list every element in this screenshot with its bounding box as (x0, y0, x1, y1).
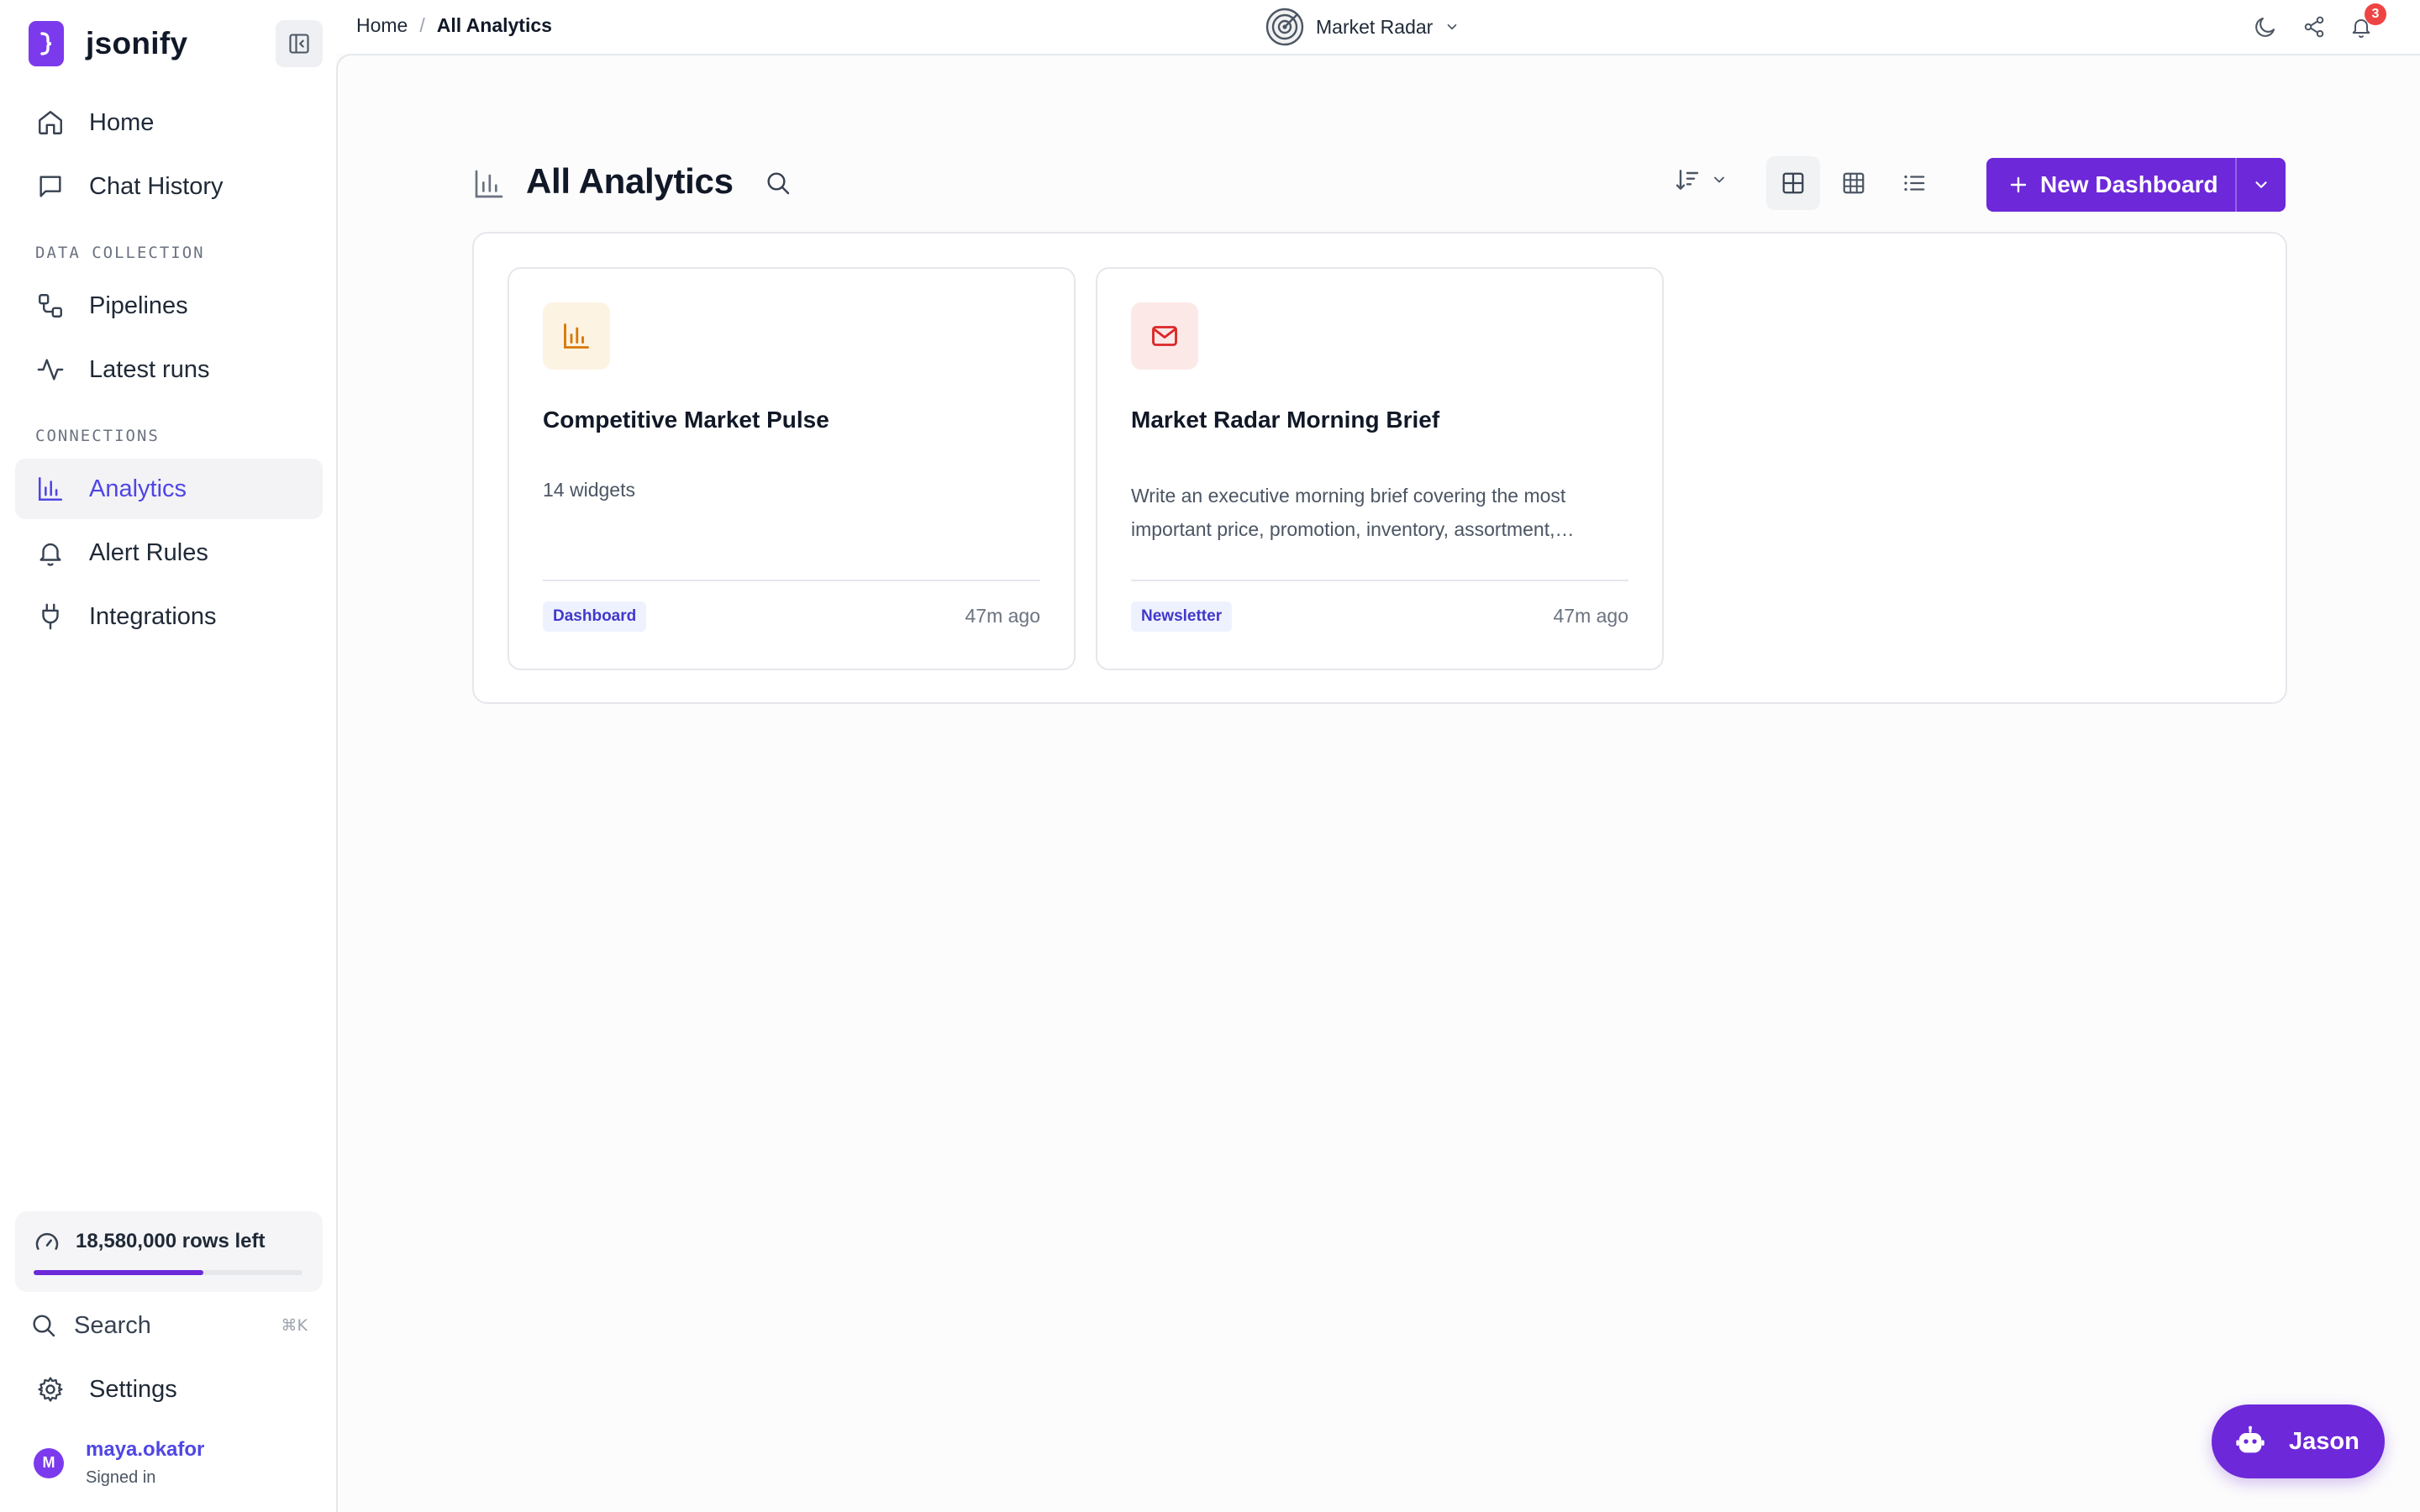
new-dashboard-dropdown[interactable] (2235, 158, 2286, 212)
usage-card[interactable]: 18,580,000 rows left (15, 1211, 323, 1292)
nav-chat-history-label: Chat History (89, 172, 224, 200)
card-description: Write an executive morning brief coverin… (1131, 485, 1575, 540)
gear-icon (35, 1374, 66, 1404)
theme-toggle-button[interactable] (2250, 12, 2281, 42)
plug-icon (35, 601, 66, 632)
grid-icon (1843, 172, 1865, 194)
nav-pipelines-label: Pipelines (89, 291, 188, 319)
assistant-chat-button[interactable]: Jason (2212, 1404, 2385, 1478)
view-list-button[interactable] (1887, 156, 1941, 210)
nav-chat-history[interactable]: Chat History (15, 156, 323, 217)
sort-icon (1676, 170, 1699, 190)
nav-integrations[interactable]: Integrations (15, 586, 323, 647)
mail-icon (1152, 326, 1177, 346)
share-button[interactable] (2299, 12, 2329, 42)
search-icon (767, 172, 790, 195)
card-timestamp: 47m ago (965, 605, 1040, 627)
radar-icon (1265, 8, 1304, 46)
card-divider (543, 580, 1040, 581)
robot-icon (2236, 1425, 2265, 1453)
user-name: maya.okafor (86, 1438, 205, 1461)
nav-home-label: Home (89, 108, 155, 136)
breadcrumb-separator: / (419, 14, 425, 36)
breadcrumb: Home / All Analytics (356, 14, 552, 37)
app-name: jsonify (86, 26, 188, 60)
list-icon (1904, 175, 1925, 192)
nav-alert-rules-label: Alert Rules (89, 538, 208, 566)
jsonify-logo-icon (29, 21, 64, 66)
chevron-down-icon (2255, 181, 2267, 188)
section-label-connections: CONNECTIONS (35, 427, 160, 445)
nav-alert-rules[interactable]: Alert Rules (15, 522, 323, 583)
card-timestamp: 47m ago (1553, 605, 1628, 627)
view-grid-button[interactable] (1827, 156, 1881, 210)
nav-home[interactable]: Home (15, 92, 323, 153)
workspace-name: Market Radar (1316, 15, 1434, 38)
search-shortcut: ⌘K (281, 1316, 308, 1335)
bell-icon (35, 538, 66, 568)
sort-button[interactable] (1674, 166, 1728, 193)
usage-progress-fill (34, 1270, 203, 1275)
card-title: Market Radar Morning Brief (1131, 407, 1440, 433)
plus-icon (2010, 176, 2027, 193)
analytics-card[interactable]: Competitive Market Pulse 14 widgets Dash… (508, 267, 1076, 670)
workspace-switcher[interactable]: Market Radar (1265, 7, 1460, 47)
avatar: M (34, 1447, 64, 1478)
card-divider (1131, 580, 1628, 581)
card-icon-tile (543, 302, 610, 370)
chat-icon (35, 171, 66, 202)
main-panel: All Analytics New Dashboard Competitive … (336, 54, 2420, 1512)
chevron-down-icon (1444, 19, 1460, 34)
brand[interactable]: jsonify (29, 21, 187, 66)
bar-chart-icon (35, 474, 66, 504)
rows-left-text: 18,580,000 rows left (76, 1230, 266, 1252)
sidebar-search-label: Search (74, 1311, 151, 1339)
nav-latest-runs-label: Latest runs (89, 355, 210, 383)
bar-chart-icon (472, 167, 506, 201)
sidebar-search[interactable]: Search ⌘K (15, 1295, 323, 1356)
breadcrumb-current: All Analytics (436, 14, 552, 36)
section-label-data-collection: DATA COLLECTION (35, 244, 205, 262)
view-cards-button[interactable] (1766, 156, 1820, 210)
home-icon (35, 108, 66, 138)
card-type-badge: Newsletter (1131, 601, 1233, 632)
card-icon-tile (1131, 302, 1198, 370)
usage-progress-bar (34, 1270, 302, 1275)
search-icon (30, 1312, 57, 1339)
new-dashboard-button[interactable]: New Dashboard (1986, 158, 2286, 212)
pipeline-icon (35, 291, 66, 321)
card-title: Competitive Market Pulse (543, 407, 829, 433)
sidebar-collapse-icon (289, 34, 309, 54)
nav-integrations-label: Integrations (89, 602, 217, 630)
moon-icon (2255, 17, 2275, 37)
analytics-grid: Competitive Market Pulse 14 widgets Dash… (472, 232, 2287, 704)
analytics-card[interactable]: Market Radar Morning Brief Write an exec… (1096, 267, 1664, 670)
nav-analytics[interactable]: Analytics (15, 459, 323, 519)
nav-pipelines[interactable]: Pipelines (15, 276, 323, 336)
topbar: Home / All Analytics Market Radar 3 (336, 0, 2420, 54)
activity-icon (35, 354, 66, 385)
sidebar: jsonify Home Chat History DATA COLLECTIO… (0, 0, 336, 1512)
share-icon (2304, 16, 2324, 38)
nav-latest-runs[interactable]: Latest runs (15, 339, 323, 400)
user-profile[interactable]: M maya.okafor Signed in (34, 1438, 204, 1488)
assistant-label: Jason (2289, 1427, 2360, 1455)
layout-cards-icon (1782, 172, 1804, 194)
nav-settings-label: Settings (89, 1375, 177, 1403)
gauge-icon (34, 1230, 60, 1257)
breadcrumb-home[interactable]: Home (356, 14, 408, 37)
notifications-button[interactable]: 3 (2346, 3, 2386, 42)
page-search-button[interactable] (765, 170, 792, 197)
collapse-sidebar-button[interactable] (276, 20, 323, 67)
card-type-badge: Dashboard (543, 601, 647, 632)
notification-badge: 3 (2365, 3, 2386, 25)
bar-chart-icon (564, 323, 589, 349)
card-widget-count: 14 widgets (543, 479, 635, 501)
chevron-down-icon (1714, 176, 1724, 183)
user-status: Signed in (86, 1468, 156, 1487)
nav-settings[interactable]: Settings (15, 1359, 323, 1420)
nav-analytics-label: Analytics (89, 475, 187, 502)
page-title: All Analytics (526, 161, 734, 201)
new-dashboard-label: New Dashboard (2040, 171, 2218, 197)
